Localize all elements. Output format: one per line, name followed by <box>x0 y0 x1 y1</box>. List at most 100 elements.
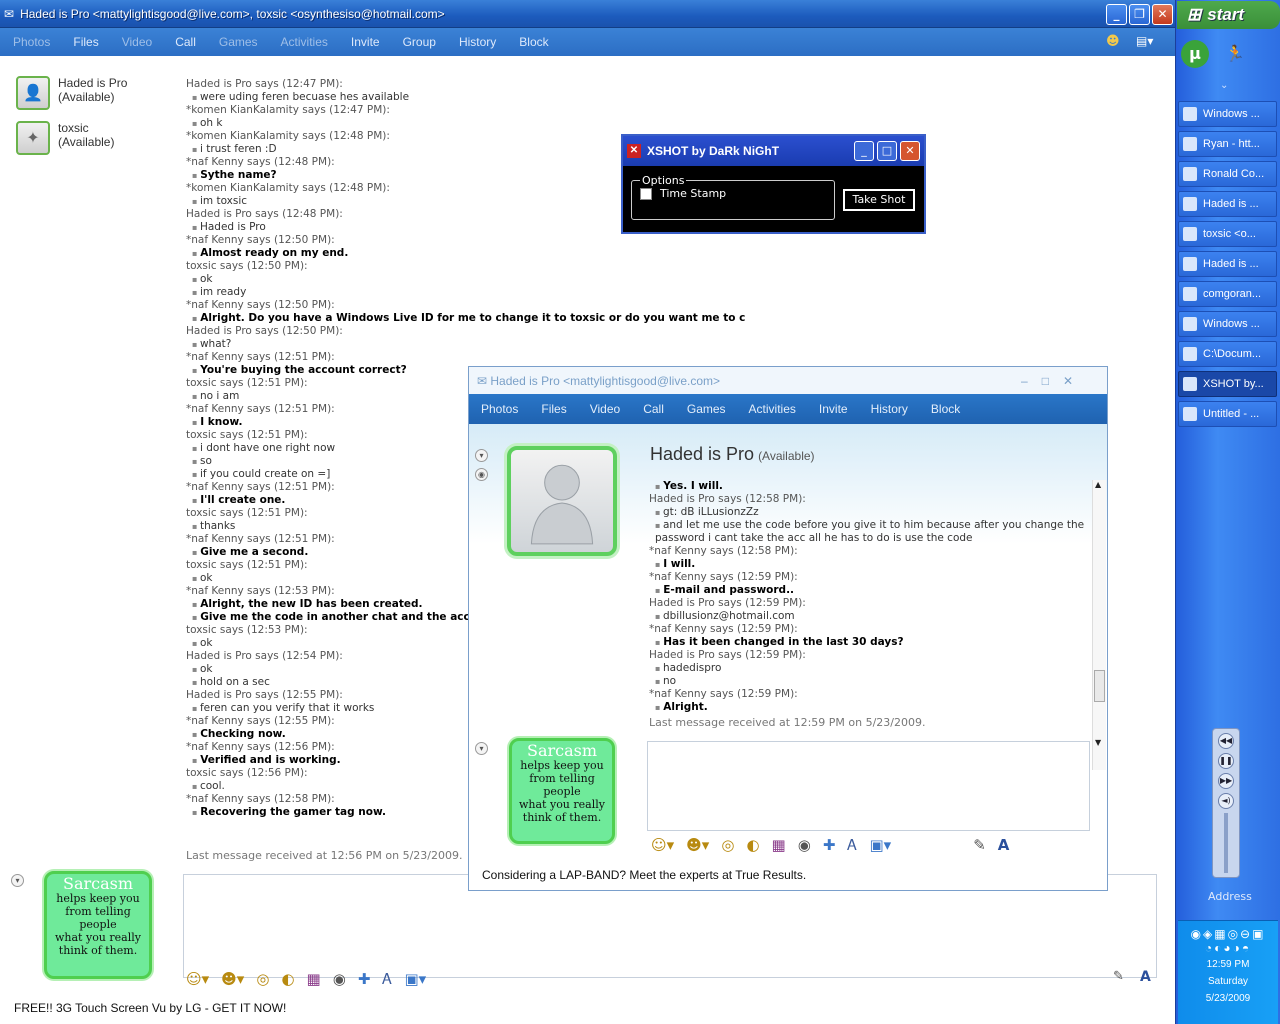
menu-invite[interactable]: Invite <box>351 35 380 49</box>
time-stamp-checkbox[interactable] <box>640 188 652 200</box>
xshot-maximize-button[interactable]: □ <box>877 141 897 161</box>
contact-name: Haded is Pro <box>58 76 128 90</box>
background-icon[interactable]: ▦ <box>772 836 786 854</box>
font-icon[interactable]: Ꭺ <box>847 836 857 854</box>
taskbar-task-button[interactable]: Haded is ... <box>1178 191 1277 217</box>
scroll-thumb[interactable] <box>1094 670 1105 702</box>
send-file-icon[interactable]: ▣▾ <box>404 970 426 988</box>
volume-slider[interactable] <box>1224 813 1228 873</box>
menu-block[interactable]: Block <box>519 35 548 49</box>
taskbar-task-button[interactable]: Ryan - htt... <box>1178 131 1277 157</box>
menu-block[interactable]: Block <box>931 402 960 416</box>
scroll-up-icon[interactable]: ▲ <box>1095 480 1101 489</box>
send-file-icon[interactable]: ▣▾ <box>869 836 891 854</box>
menu-games[interactable]: Games <box>219 35 258 49</box>
webcam-icon[interactable]: ◉ <box>475 468 488 481</box>
media-player-controls: ◀◀ ❚❚ ▶▶ ◄) <box>1212 728 1240 878</box>
aim-icon[interactable]: 🏃 <box>1221 40 1249 68</box>
contact-name: toxsic <box>58 121 89 135</box>
take-shot-button[interactable]: Take Shot <box>843 189 915 211</box>
sound-icon[interactable]: ◉ <box>333 970 346 988</box>
nudge-icon[interactable]: ◎ <box>256 970 269 988</box>
volume-icon[interactable]: ◄) <box>1218 793 1234 809</box>
wink-icon[interactable]: ☻▾ <box>686 836 709 854</box>
menu-activities[interactable]: Activities <box>281 35 328 49</box>
contact-toxsic[interactable]: ✦ toxsic (Available) <box>16 121 114 155</box>
menu-video[interactable]: Video <box>590 402 620 416</box>
menu-group[interactable]: Group <box>403 35 436 49</box>
emoticon-icon[interactable]: ☺▾ <box>651 836 674 854</box>
wink-icon[interactable]: ☻▾ <box>221 970 244 988</box>
taskbar-task-button[interactable]: toxsic <o... <box>1178 221 1277 247</box>
background-icon[interactable]: ▦ <box>307 970 321 988</box>
emoticon-icon[interactable]: ☻ <box>1106 34 1120 49</box>
menu-call[interactable]: Call <box>643 402 664 416</box>
font-icon[interactable]: Ꭺ <box>382 970 392 988</box>
main-title-bar[interactable]: ✉ Haded is Pro <mattylightisgood@live.co… <box>0 0 1175 28</box>
menu-history[interactable]: History <box>459 35 496 49</box>
ad-banner[interactable]: FREE!! 3G Touch Screen Vu by LG - GET IT… <box>14 1001 286 1015</box>
menu-call[interactable]: Call <box>175 35 196 49</box>
menu-games[interactable]: Games <box>687 402 726 416</box>
close-button[interactable]: ✕ <box>1152 4 1173 25</box>
collapse-icon[interactable]: ▾ <box>475 449 488 462</box>
menu-files[interactable]: Files <box>73 35 98 49</box>
secondary-window-controls[interactable]: –□✕ <box>1021 374 1087 388</box>
previous-icon[interactable]: ◀◀ <box>1218 733 1234 749</box>
secondary-chat-window: ✉ Haded is Pro <mattylightisgood@live.co… <box>468 366 1108 891</box>
taskbar-task-button[interactable]: Windows ... <box>1178 311 1277 337</box>
collapse-icon[interactable]: ▾ <box>475 742 488 755</box>
utorrent-icon[interactable]: μ <box>1181 40 1209 68</box>
chevron-down-icon[interactable]: ⌄ <box>1220 80 1228 91</box>
clock-time[interactable]: 12:59 PM <box>1178 959 1278 970</box>
voice-clip-icon[interactable]: ◐ <box>281 970 294 988</box>
message-text: ok <box>186 273 746 286</box>
taskbar-task-button[interactable]: C:\Docum... <box>1178 341 1277 367</box>
taskbar-task-button[interactable]: comgoran... <box>1178 281 1277 307</box>
minimize-button[interactable]: _ <box>1106 4 1127 25</box>
conversation-scrollbar[interactable]: ▲ ▼ <box>1092 480 1106 770</box>
menu-photos[interactable]: Photos <box>481 402 518 416</box>
text-mode-icon[interactable]: A <box>998 836 1010 854</box>
text-mode-icon[interactable]: A <box>1140 969 1151 985</box>
sarcasm-head: Sarcasm <box>526 741 598 760</box>
start-button[interactable]: ⊞ start <box>1177 1 1280 29</box>
xshot-minimize-button[interactable]: _ <box>854 141 874 161</box>
menu-activities[interactable]: Activities <box>749 402 796 416</box>
taskbar-task-button[interactable]: Haded is ... <box>1178 251 1277 277</box>
taskbar-task-button[interactable]: Ronald Co... <box>1178 161 1277 187</box>
taskbar-task-button[interactable]: XSHOT by... <box>1178 371 1277 397</box>
games-icon[interactable]: ✚ <box>823 836 836 854</box>
sound-icon[interactable]: ◉ <box>798 836 811 854</box>
tray-icons[interactable]: ◉◈▦◎⊖▣ ◔◐◕◑◓ <box>1178 921 1278 955</box>
pause-icon[interactable]: ❚❚ <box>1218 753 1234 769</box>
collapse-icon[interactable]: ▾ <box>11 874 24 887</box>
xshot-close-button[interactable]: ✕ <box>900 141 920 161</box>
menu-photos[interactable]: Photos <box>13 35 50 49</box>
secondary-title-bar[interactable]: ✉ Haded is Pro <mattylightisgood@live.co… <box>469 367 1107 394</box>
taskbar-task-button[interactable]: Untitled - ... <box>1178 401 1277 427</box>
ad-banner[interactable]: Considering a LAP-BAND? Meet the experts… <box>482 868 806 882</box>
next-icon[interactable]: ▶▶ <box>1218 773 1234 789</box>
options-menu-icon[interactable]: ▤▾ <box>1136 34 1153 48</box>
handwriting-icon[interactable]: ✎ <box>1113 969 1124 984</box>
message-text: Yes. I will. <box>649 480 1089 493</box>
voice-clip-icon[interactable]: ◐ <box>746 836 759 854</box>
maximize-button[interactable]: ❐ <box>1129 4 1150 25</box>
menu-history[interactable]: History <box>871 402 908 416</box>
menu-invite[interactable]: Invite <box>819 402 848 416</box>
message-input[interactable] <box>647 741 1090 831</box>
menu-video[interactable]: Video <box>122 35 152 49</box>
taskbar-task-button[interactable]: Windows ... <box>1178 101 1277 127</box>
message-text: Has it been changed in the last 30 days? <box>649 636 1089 649</box>
message-header: *komen KianKalamity says (12:47 PM): <box>186 104 390 116</box>
scroll-down-icon[interactable]: ▼ <box>1095 738 1101 747</box>
handwriting-icon[interactable]: ✎ <box>973 836 986 854</box>
nudge-icon[interactable]: ◎ <box>721 836 734 854</box>
contact-haded[interactable]: 👤 Haded is Pro (Available) <box>16 76 127 110</box>
emoticon-icon[interactable]: ☺▾ <box>186 970 209 988</box>
menu-files[interactable]: Files <box>541 402 566 416</box>
message-text: what? <box>186 338 746 351</box>
task-app-icon <box>1183 287 1197 301</box>
games-icon[interactable]: ✚ <box>358 970 371 988</box>
